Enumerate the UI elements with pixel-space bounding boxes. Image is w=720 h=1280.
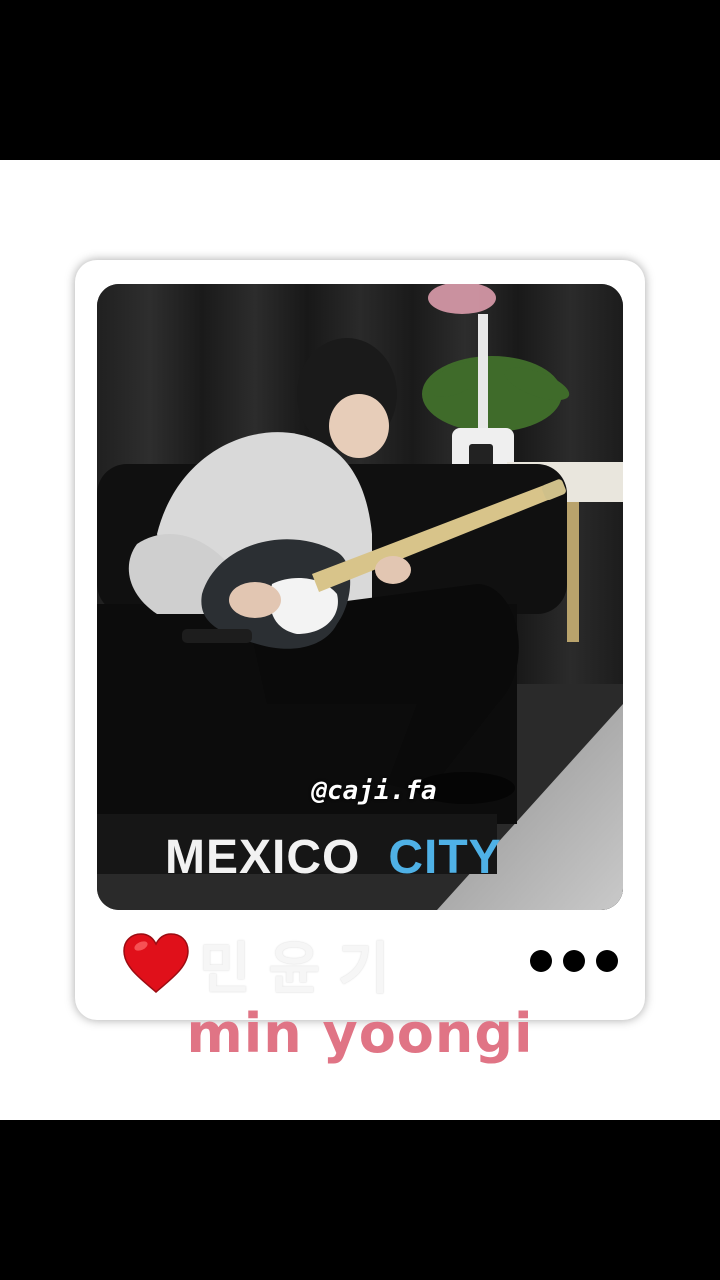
korean-name-label: 민윤기	[199, 937, 408, 1002]
post-photo[interactable]: @caji.fa MEXICO CITY	[97, 284, 623, 910]
post-stage: @caji.fa MEXICO CITY 민윤기 min yoongi	[0, 160, 720, 1120]
letterbox-top	[0, 0, 720, 160]
location-word-mexico: MEXICO	[165, 831, 361, 884]
more-dot	[596, 950, 618, 972]
like-button[interactable]	[121, 932, 191, 996]
location-tag: MEXICO CITY	[165, 830, 502, 885]
more-dots-icon	[530, 950, 552, 972]
photo-illustration	[97, 284, 623, 910]
more-options-button[interactable]	[530, 946, 626, 976]
location-word-city: CITY	[388, 831, 502, 884]
letterbox-bottom	[0, 1120, 720, 1280]
more-dot	[563, 950, 585, 972]
heart-icon	[123, 933, 189, 993]
caption-text: min yoongi	[186, 1002, 534, 1065]
polaroid-card: @caji.fa MEXICO CITY 민윤기	[75, 260, 645, 1020]
watermark-handle: @caji.fa	[311, 776, 437, 806]
